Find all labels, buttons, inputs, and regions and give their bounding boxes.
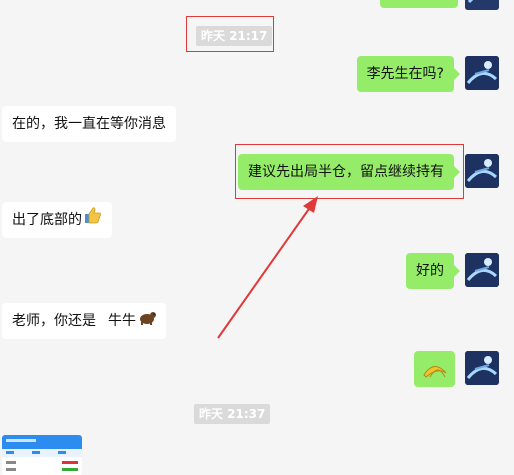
annotation-arrow (217, 196, 318, 339)
